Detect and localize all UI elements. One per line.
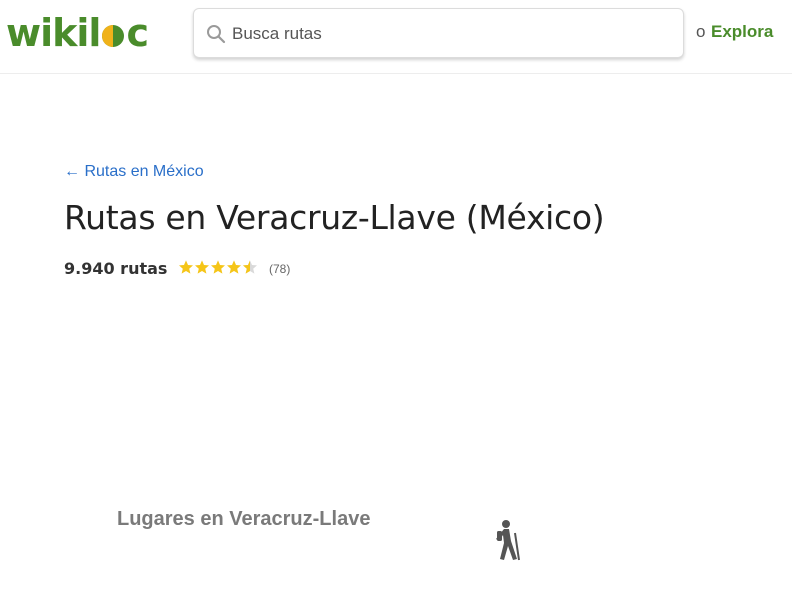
logo-o-icon: [102, 25, 125, 47]
star-icon: [195, 260, 209, 274]
wikiloc-logo[interactable]: wikil c: [6, 10, 149, 56]
review-count[interactable]: (78): [269, 262, 290, 276]
or-text: o: [696, 22, 706, 41]
star-icon: [227, 260, 241, 274]
star-half-icon: [243, 260, 257, 274]
logo-text: wikil: [6, 11, 101, 55]
hiker-icon: [496, 520, 520, 561]
explore-link[interactable]: Explora: [711, 22, 773, 42]
search-input[interactable]: [232, 19, 662, 49]
search-icon: [207, 25, 226, 44]
star-icon: [211, 260, 225, 274]
top-header: wikil c o Explora: [0, 0, 792, 74]
places-section-title: Lugares en Veracruz-Llave: [117, 508, 371, 530]
logo-suffix: c: [126, 11, 149, 55]
search-box[interactable]: [193, 8, 684, 58]
page-title: Rutas en Veracruz-Llave (México): [64, 198, 605, 237]
breadcrumb-back-link[interactable]: ← Rutas en México: [64, 163, 204, 181]
star-icon: [179, 260, 193, 274]
route-count: 9.940 rutas: [64, 259, 168, 278]
rating-stars: [178, 258, 258, 276]
